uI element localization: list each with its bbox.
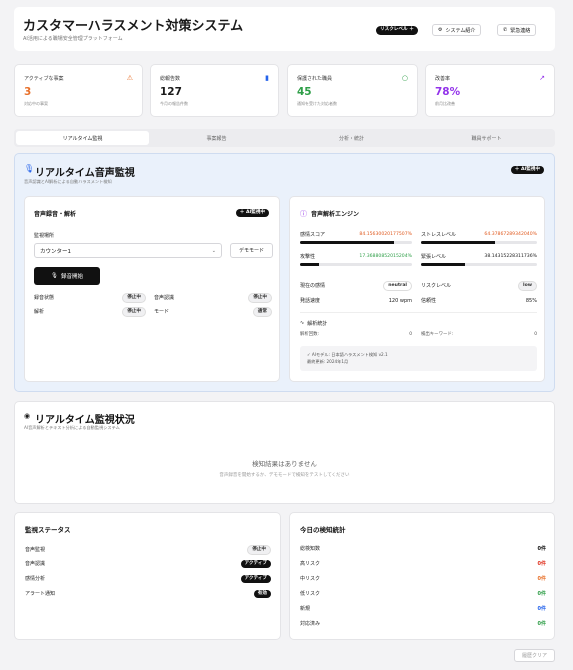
system-intro-button[interactable]: ⚙ システム紹介	[432, 24, 482, 36]
engine-title: 音声解析エンジン	[311, 211, 360, 218]
ai-monitor-badge: ＋ AI監視中	[510, 166, 544, 174]
recording-title: 音声録音・解析	[34, 211, 77, 218]
current-emotion: 現在の感情 neutral	[300, 281, 412, 291]
microphone-icon: 🎙	[24, 164, 35, 173]
metric-tension: 緊張レベル 38.14315228311736%	[421, 254, 537, 260]
gear-icon: ⚙	[438, 27, 443, 33]
stats-keyword-count: 検出キーワード: 0	[421, 331, 537, 338]
recording-card: 音声録音・解析 ＋ AI監視中 監視場所 カウンター1 ⌄ デモモード 🎙 録音開…	[24, 196, 280, 382]
clear-history-button[interactable]: 履歴クリア	[514, 649, 555, 662]
eye-icon: ◉	[24, 412, 31, 420]
stats-analysis-count: 解析回数: 0	[300, 331, 412, 338]
stat-low: 低リスク 0件	[300, 591, 546, 597]
status-analysis: 解析 停止中	[34, 307, 146, 317]
app-subtitle: AI活用による職場安全管理プラットフォーム	[23, 36, 123, 42]
risk-level: リスクレベル low	[421, 281, 537, 291]
chevron-down-icon: ⌄	[211, 247, 216, 254]
tab-realtime[interactable]: リアルタイム監視	[16, 131, 149, 145]
detection-subtitle: AI音声解析とテキスト分析による自動監視システム	[24, 425, 120, 430]
kpi-card-protected: 保護された職員 45 通知を受けた対応者数 ○	[287, 64, 418, 117]
status-item: アラート通知 有効	[25, 590, 271, 598]
status-item: 感情分析 アクティブ	[25, 575, 271, 583]
stat-total: 総検知数 0件	[300, 546, 546, 552]
detection-title: リアルタイム監視状況	[35, 415, 135, 426]
status-card-title: 監視ステータス	[25, 526, 71, 534]
status-item: 音声認識 アクティブ	[25, 560, 271, 568]
stat-resolved: 対応済み 0件	[300, 621, 546, 627]
confidence: 信頼性 85%	[421, 297, 537, 305]
microphone-icon: 🎙	[51, 273, 58, 279]
empty-title: 検知結果はありません	[252, 460, 317, 468]
chart-line-icon: ∿	[300, 320, 305, 326]
metric-aggression: 攻撃性 17.36880852015204%	[300, 254, 412, 260]
recording-ai-badge: ＋ AI監視中	[235, 209, 269, 217]
stat-medium: 中リスク 0件	[300, 576, 546, 582]
plus-icon: ＋	[239, 209, 245, 215]
trend-up-icon: ↗	[539, 74, 545, 82]
tab-analytics[interactable]: 分析・統計	[284, 131, 419, 145]
demo-mode-button[interactable]: デモモード	[230, 243, 273, 258]
analysis-engine-card: ⓘ 音声解析エンジン 感情スコア 84.15630020177507% ストレス…	[289, 196, 545, 382]
emergency-contact-button[interactable]: ✆ 緊急連絡	[497, 24, 537, 36]
status-mode: モード 通常	[154, 307, 272, 317]
kpi-card-active: アクティブな事案 3 対応中の事案 ⚠	[14, 64, 143, 117]
plus-icon: ＋	[409, 27, 414, 32]
metric-stress-bar	[421, 241, 537, 244]
divider	[300, 312, 537, 313]
brain-icon: ⓘ	[300, 210, 307, 218]
model-info-box: ✓ AIモデル: 日本語ハラスメント検知 v2.1 最終更新: 2024年1月	[300, 346, 537, 371]
app-title: カスタマーハラスメント対策システム	[23, 19, 244, 34]
status-item: 音声監視 停止中	[25, 545, 271, 555]
start-recording-button[interactable]: 🎙 録音開始	[34, 267, 100, 285]
plus-icon: ＋	[514, 166, 520, 172]
empty-subtitle: 音声録音を開始するか、デモモードで検知をテストしてください	[219, 473, 350, 478]
kpi-card-improvement: 改善率 78% 前月比改善 ↗	[425, 64, 555, 117]
metric-aggression-bar	[300, 263, 412, 266]
today-stats-card: 今日の検知統計 総検知数 0件 高リスク 0件 中リスク 0件 低リスク 0件 …	[289, 512, 555, 640]
status-recording: 録音状態 停止中	[34, 293, 146, 303]
stats-section-title: ∿ 解析統計	[300, 320, 328, 327]
status-speech: 音声認識 停止中	[154, 293, 272, 303]
stat-high: 高リスク 0件	[300, 561, 546, 567]
detection-status-card: ◉ リアルタイム監視状況 AI音声解析とテキスト分析による自動監視システム 検知…	[14, 401, 555, 504]
location-select[interactable]: カウンター1 ⌄	[34, 243, 222, 258]
document-icon: ▮	[265, 74, 269, 82]
tab-support[interactable]: 職員サポート	[419, 131, 554, 145]
kpi-card-reports: 総報告数 127 今月の報告件数 ▮	[150, 64, 279, 117]
monitor-status-card: 監視ステータス 音声監視 停止中 音声認識 アクティブ 感情分析 アクティブ ア…	[14, 512, 281, 640]
phone-icon: ✆	[503, 27, 508, 33]
risk-level-badge[interactable]: リスクレベル ＋	[376, 26, 418, 35]
shield-icon: ○	[401, 74, 408, 82]
check-icon: ✓	[307, 352, 311, 357]
speech-rate: 発話速度 120 wpm	[300, 297, 412, 305]
metric-emotion-bar	[300, 241, 412, 244]
tab-report[interactable]: 事案報告	[149, 131, 284, 145]
monitor-subtitle: 音声認識とAI解析による自動ハラスメント検知	[24, 179, 112, 184]
metric-tension-bar	[421, 263, 537, 266]
metric-stress: ストレスレベル 64.37867289342040%	[421, 232, 537, 238]
metric-emotion: 感情スコア 84.15630020177507%	[300, 232, 412, 238]
header-card: カスタマーハラスメント対策システム AI活用による職場安全管理プラットフォーム …	[14, 7, 555, 51]
monitor-title: リアルタイム音声監視	[35, 168, 135, 179]
stat-new: 新規 0件	[300, 606, 546, 612]
warning-icon: ⚠	[126, 74, 133, 82]
stats-card-title: 今日の検知統計	[300, 526, 346, 534]
location-label: 監視場所	[34, 233, 55, 239]
